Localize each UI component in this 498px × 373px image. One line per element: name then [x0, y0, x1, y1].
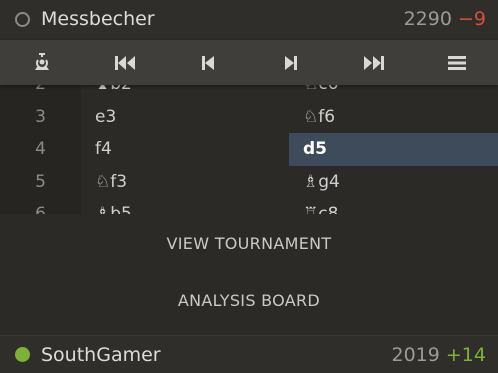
black-move[interactable]: ♖c8 [289, 198, 498, 214]
step-forward-icon [284, 55, 297, 70]
white-move[interactable]: ♝b2 [81, 85, 289, 101]
menu-icon [447, 55, 466, 70]
black-move[interactable]: ♘f6 [289, 101, 498, 134]
white-move[interactable]: e3 [81, 101, 289, 134]
bottom-player-row: SouthGamer 2019 +14 [0, 335, 498, 373]
menu-button[interactable] [427, 40, 487, 85]
game-panel: Messbecher 2290 −9 3 e3 ♘f6 4 f4 d5 5 ♘f… [0, 0, 498, 373]
black-move[interactable]: ♗g4 [289, 166, 498, 199]
top-player-row: Messbecher 2290 −9 [0, 0, 498, 38]
step-back-icon [201, 55, 214, 70]
move-row: 5 ♘f3 ♗g4 [0, 165, 498, 199]
black-move[interactable]: ♘c6 [289, 85, 498, 101]
move-row: 3 e3 ♘f6 [0, 100, 498, 134]
move-number: 2 [0, 85, 81, 101]
bottom-player-rating-diff: +14 [445, 343, 486, 366]
move-list-rows: 2♝b2♘c63e3♘f64f4d55♘f3♗g46♗b5♖c8 [0, 85, 498, 214]
analysis-button[interactable] [12, 40, 72, 85]
analysis-flask-icon [34, 52, 49, 70]
bottom-player-rating: 2019 +14 [391, 344, 486, 366]
white-move[interactable]: ♗b5 [81, 198, 289, 214]
next-move-button[interactable] [261, 40, 321, 85]
move-navigation-bar [0, 40, 498, 85]
move-number: 4 [0, 133, 81, 166]
white-move[interactable]: ♘f3 [81, 166, 289, 199]
view-tournament-link[interactable]: VIEW TOURNAMENT [0, 234, 498, 253]
skip-to-end-icon [363, 55, 384, 70]
move-list[interactable]: 2♝b2♘c63e3♘f64f4d55♘f3♗g46♗b5♖c8 [0, 85, 498, 214]
black-move-selected[interactable]: d5 [289, 133, 498, 166]
top-player-name[interactable]: Messbecher [41, 8, 404, 30]
move-number: 3 [0, 100, 81, 133]
online-status-icon [15, 347, 30, 362]
move-number: 5 [0, 165, 81, 198]
bottom-player-name[interactable]: SouthGamer [41, 344, 391, 366]
top-player-rating-value: 2290 [403, 8, 452, 30]
first-move-button[interactable] [95, 40, 155, 85]
move-row: 6♗b5♖c8 [0, 198, 498, 214]
white-move[interactable]: f4 [81, 133, 289, 166]
bottom-player-rating-value: 2019 [391, 343, 440, 366]
move-row: 4 f4 d5 [0, 133, 498, 166]
offline-status-icon [15, 11, 30, 27]
move-row: 2♝b2♘c6 [0, 85, 498, 101]
top-player-rating-diff: −9 [457, 8, 486, 30]
skip-to-start-icon [114, 55, 135, 70]
previous-move-button[interactable] [178, 40, 238, 85]
move-number: 6 [0, 198, 81, 214]
analysis-board-link[interactable]: ANALYSIS BOARD [0, 291, 498, 310]
top-player-rating: 2290 −9 [404, 8, 486, 30]
last-move-button[interactable] [344, 40, 404, 85]
